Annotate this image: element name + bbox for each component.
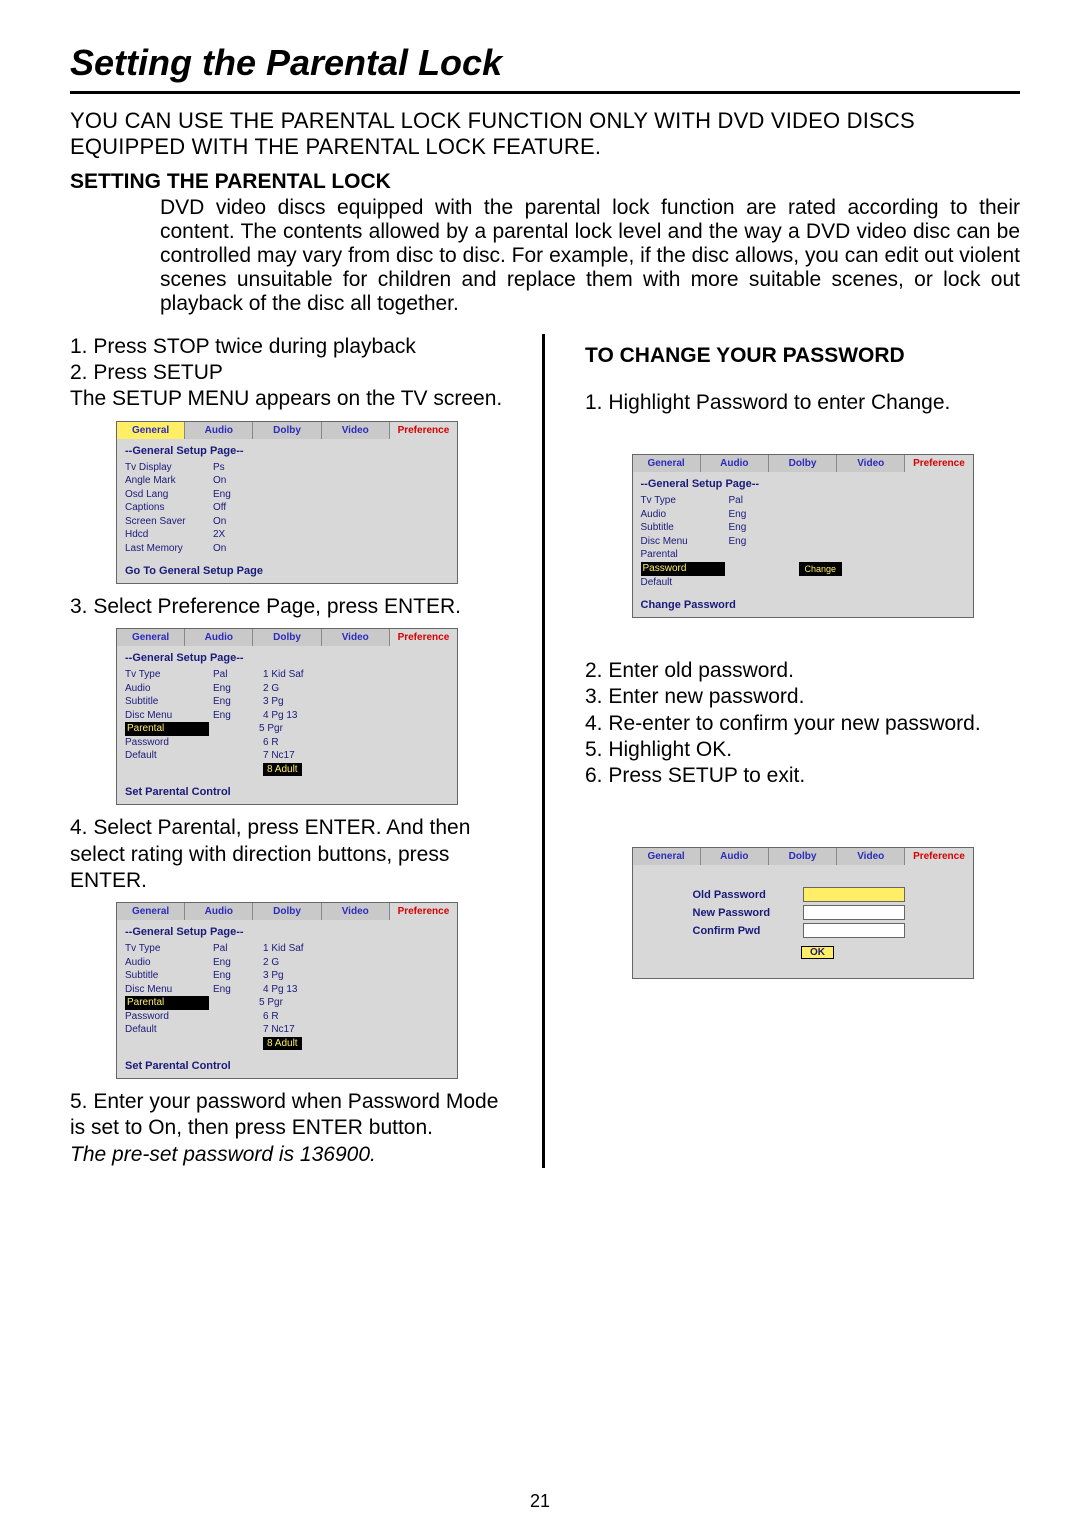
step-4: 4. Select Parental, press ENTER. And the…	[70, 815, 504, 894]
setup-row: Tv TypePal1 Kid Saf	[125, 668, 449, 682]
setup-row: Parental5 Pgr	[125, 722, 449, 736]
setup-row: Password6 R	[125, 1010, 449, 1024]
figure-heading: --General Setup Page--	[117, 646, 457, 668]
tab-general: General	[117, 903, 185, 920]
setup-row: SubtitleEng	[641, 521, 965, 535]
setup-row: Disc MenuEng	[641, 535, 965, 549]
tab-video: Video	[322, 422, 390, 439]
setup-row: Screen SaverOn	[125, 515, 449, 529]
r-step-5: 5. Highlight OK.	[585, 737, 1020, 763]
page-title: Setting the Parental Lock	[70, 40, 1020, 94]
setup-row: Osd LangEng	[125, 488, 449, 502]
setup-row: AudioEng2 G	[125, 682, 449, 696]
tab-dolby: Dolby	[253, 903, 321, 920]
page-number: 21	[0, 1491, 1080, 1512]
setup-row: Tv DisplayPs	[125, 461, 449, 475]
tab-video: Video	[837, 455, 905, 472]
tab-video: Video	[322, 629, 390, 646]
setup-figure-2: General Audio Dolby Video Preference --G…	[116, 628, 458, 805]
tab-general: General	[633, 848, 701, 865]
r-step-4: 4. Re-enter to confirm your new password…	[585, 711, 1020, 737]
setup-row: Parental	[641, 548, 965, 562]
new-password-field	[803, 905, 905, 920]
setup-row: Password6 R	[125, 736, 449, 750]
confirm-password-field	[803, 923, 905, 938]
tab-audio: Audio	[701, 848, 769, 865]
setup-row: Default	[641, 576, 965, 590]
tab-preference: Preference	[390, 903, 457, 920]
step-2: 2. Press SETUP	[70, 360, 504, 386]
figure-footer: Set Parental Control	[117, 780, 457, 804]
password-note: The pre-set password is 136900.	[70, 1142, 504, 1168]
setup-row: Parental5 Pgr	[125, 996, 449, 1010]
figure-footer: Go To General Setup Page	[117, 559, 457, 583]
tab-audio: Audio	[185, 629, 253, 646]
setup-row: Tv TypePal	[641, 494, 965, 508]
setup-figure-1: General Audio Dolby Video Preference --G…	[116, 421, 458, 585]
tab-audio: Audio	[185, 903, 253, 920]
old-password-field	[803, 887, 905, 902]
setup-row: PasswordChange	[641, 562, 965, 576]
figure-heading: --General Setup Page--	[117, 439, 457, 461]
section-paragraph: DVD video discs equipped with the parent…	[70, 196, 1020, 316]
figure-heading: --General Setup Page--	[117, 920, 457, 942]
tab-dolby: Dolby	[769, 455, 837, 472]
tab-preference: Preference	[905, 848, 972, 865]
figure-footer: Set Parental Control	[117, 1054, 457, 1078]
section-heading-1: SETTING THE PARENTAL LOCK	[70, 170, 1020, 194]
r-step-2: 2. Enter old password.	[585, 658, 1020, 684]
setup-row: Default7 Nc17	[125, 1023, 449, 1037]
ok-button: OK	[801, 946, 834, 959]
tab-preference: Preference	[390, 629, 457, 646]
password-figure: General Audio Dolby Video Preference Old…	[632, 847, 974, 979]
setup-row: Default7 Nc17	[125, 749, 449, 763]
tab-general: General	[117, 629, 185, 646]
intro-text: YOU CAN USE THE PARENTAL LOCK FUNCTION O…	[70, 108, 1020, 160]
tab-preference: Preference	[905, 455, 972, 472]
step-1: 1. Press STOP twice during playback	[70, 334, 504, 360]
figure-footer: Change Password	[633, 593, 973, 617]
setup-row: Last MemoryOn	[125, 542, 449, 556]
setup-row: AudioEng	[641, 508, 965, 522]
tab-dolby: Dolby	[253, 422, 321, 439]
r-step-6: 6. Press SETUP to exit.	[585, 763, 1020, 789]
figure-heading: --General Setup Page--	[633, 472, 973, 494]
setup-figure-4: General Audio Dolby Video Preference --G…	[632, 454, 974, 618]
tab-general: General	[633, 455, 701, 472]
step-2b: The SETUP MENU appears on the TV screen.	[70, 386, 504, 412]
tab-video: Video	[322, 903, 390, 920]
setup-row: Hdcd2X	[125, 528, 449, 542]
setup-row: AudioEng2 G	[125, 956, 449, 970]
old-password-label: Old Password	[693, 889, 803, 901]
setup-row: Angle MarkOn	[125, 474, 449, 488]
new-password-label: New Password	[693, 907, 803, 919]
r-step-3: 3. Enter new password.	[585, 684, 1020, 710]
tab-general: General	[117, 422, 185, 439]
section-heading-2: TO CHANGE YOUR PASSWORD	[585, 344, 1020, 368]
setup-row: SubtitleEng3 Pg	[125, 695, 449, 709]
tab-audio: Audio	[185, 422, 253, 439]
setup-row: Disc MenuEng4 Pg 13	[125, 709, 449, 723]
tab-video: Video	[837, 848, 905, 865]
setup-row: Disc MenuEng4 Pg 13	[125, 983, 449, 997]
tab-audio: Audio	[701, 455, 769, 472]
setup-row: SubtitleEng3 Pg	[125, 969, 449, 983]
step-5: 5. Enter your password when Password Mod…	[70, 1089, 504, 1142]
confirm-password-label: Confirm Pwd	[693, 925, 803, 937]
setup-row: Tv TypePal1 Kid Saf	[125, 942, 449, 956]
setup-figure-3: General Audio Dolby Video Preference --G…	[116, 902, 458, 1079]
tab-preference: Preference	[390, 422, 457, 439]
tab-dolby: Dolby	[253, 629, 321, 646]
tab-dolby: Dolby	[769, 848, 837, 865]
r-step-1: 1. Highlight Password to enter Change.	[585, 390, 1020, 416]
setup-row: CaptionsOff	[125, 501, 449, 515]
step-3: 3. Select Preference Page, press ENTER.	[70, 594, 504, 620]
